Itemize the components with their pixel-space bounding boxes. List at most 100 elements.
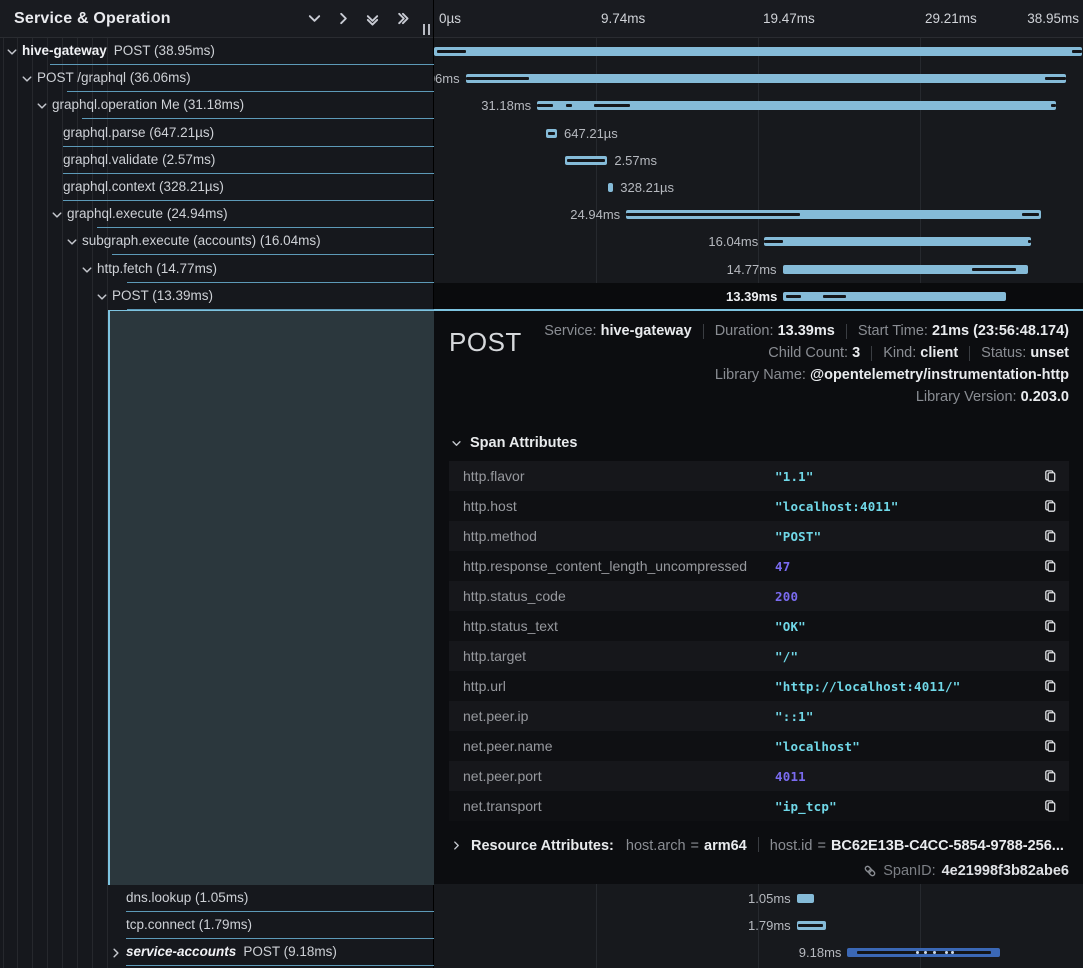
equals: = [691, 838, 699, 854]
span-duration-label: 13.39ms [726, 289, 777, 304]
span-attributes-title: Span Attributes [470, 435, 577, 451]
span-bar[interactable] [537, 101, 1056, 110]
attribute-row: http.method"POST" [449, 521, 1069, 551]
span-tree-row[interactable]: graphql.context (328.21µs) [0, 174, 434, 201]
attribute-key: http.status_code [463, 588, 775, 604]
span-title: POST [449, 321, 522, 408]
resource-attributes-preview: host.arch=arm64host.id=BC62E13B-C4CC-585… [626, 837, 1064, 854]
chevron-down-icon[interactable] [6, 45, 18, 63]
span-tree-row[interactable]: dns.lookup (1.05ms) [0, 885, 434, 912]
timeline-row[interactable]: 1.05ms [434, 885, 1083, 912]
copy-icon[interactable] [1041, 617, 1059, 635]
span-bar[interactable] [466, 74, 1066, 83]
copy-icon[interactable] [1041, 557, 1059, 575]
timeline-row[interactable]: 31.18ms [434, 92, 1083, 119]
span-bar[interactable] [783, 292, 1006, 301]
timeline-row[interactable]: 24.94ms [434, 201, 1083, 228]
copy-icon[interactable] [1041, 707, 1059, 725]
timeline-row[interactable]: 9.18ms [434, 939, 1083, 966]
span-bar[interactable] [797, 921, 827, 930]
row-underline [126, 965, 434, 966]
resource-value: BC62E13B-C4CC-5854-9788-256... [831, 838, 1064, 854]
attribute-value: "http://localhost:4011/" [775, 679, 1041, 694]
copy-icon[interactable] [1041, 497, 1059, 515]
span-tree-row[interactable]: http.fetch (14.77ms) [0, 256, 434, 283]
child-span-marker [548, 132, 556, 135]
attribute-key: http.method [463, 528, 775, 544]
span-tree-row[interactable]: service-accountsPOST (9.18ms) [0, 939, 434, 966]
copy-icon[interactable] [1041, 587, 1059, 605]
column-resize-handle[interactable] [423, 24, 430, 35]
chevron-down-icon [451, 438, 462, 449]
span-detail-header: POST Service: hive-gatewayDuration: 13.3… [449, 321, 1069, 408]
timeline-row[interactable]: 14.77ms [434, 256, 1083, 283]
span-bar[interactable] [608, 183, 613, 192]
meta-label: Service: [544, 323, 596, 339]
span-label: graphql.context (328.21µs) [63, 179, 224, 194]
chevron-right-icon[interactable] [110, 946, 122, 964]
chevron-down-icon[interactable] [96, 290, 108, 308]
span-label: tcp.connect (1.79ms) [126, 917, 252, 932]
span-tree-row[interactable]: graphql.validate (2.57ms) [0, 147, 434, 174]
copy-icon[interactable] [1041, 767, 1059, 785]
span-tree-row[interactable]: hive-gatewayPOST (38.95ms) [0, 38, 434, 65]
trace-viewer: Service & Operation hive-gatewayPOST (38… [0, 0, 1083, 968]
copy-icon[interactable] [1041, 467, 1059, 485]
expand-one-icon[interactable] [335, 11, 351, 27]
timeline-row[interactable]: 2.57ms [434, 147, 1083, 174]
span-tree-row[interactable]: graphql.execute (24.94ms) [0, 201, 434, 228]
chevron-down-icon[interactable] [51, 208, 63, 226]
attribute-value: 47 [775, 559, 1041, 574]
span-tree-row[interactable]: POST (13.39ms) [0, 283, 434, 310]
copy-icon[interactable] [1041, 737, 1059, 755]
attribute-row: http.status_text"OK" [449, 611, 1069, 641]
timeline-row[interactable]: 36.06ms [434, 65, 1083, 92]
span-bar[interactable] [546, 129, 557, 138]
meta-field: Child Count: 3 [768, 343, 860, 364]
attribute-row: net.transport"ip_tcp" [449, 791, 1069, 821]
copy-icon[interactable] [1041, 527, 1059, 545]
meta-label: Duration: [715, 323, 774, 339]
copy-icon[interactable] [1041, 647, 1059, 665]
child-span-marker [566, 104, 572, 107]
link-icon[interactable] [863, 864, 877, 878]
copy-icon[interactable] [1041, 677, 1059, 695]
selected-span-region[interactable] [108, 310, 434, 885]
resource-attributes-row[interactable]: Resource Attributes: host.arch=arm64host… [451, 837, 1069, 854]
span-tree-row[interactable]: tcp.connect (1.79ms) [0, 912, 434, 939]
timeline-row[interactable]: 647.21µs [434, 120, 1083, 147]
timeline-row[interactable]: 16.04ms [434, 228, 1083, 255]
resource-key: host.id [770, 838, 813, 854]
span-bar[interactable] [626, 210, 1041, 219]
span-bar[interactable] [434, 47, 1082, 56]
span-attributes-toggle[interactable]: Span Attributes [451, 435, 1069, 451]
span-bar[interactable] [783, 265, 1029, 274]
span-tree-row[interactable]: POST /graphql (36.06ms) [0, 65, 434, 92]
span-tree-row[interactable]: graphql.operation Me (31.18ms) [0, 92, 434, 119]
collapse-one-icon[interactable] [306, 11, 322, 27]
span-tree-row[interactable]: graphql.parse (647.21µs) [0, 120, 434, 147]
chevron-down-icon[interactable] [21, 72, 33, 90]
expand-all-icon[interactable] [393, 11, 409, 27]
span-bar[interactable] [565, 156, 608, 165]
log-dot [924, 951, 927, 954]
separator [703, 324, 704, 339]
chevron-down-icon[interactable] [66, 235, 78, 253]
span-tree-row[interactable]: subgraph.execute (accounts) (16.04ms) [0, 228, 434, 255]
timeline-row[interactable]: 1.79ms [434, 912, 1083, 939]
span-duration-label: 24.94ms [570, 207, 620, 222]
copy-icon[interactable] [1041, 797, 1059, 815]
timeline-row[interactable]: 13.39ms [434, 283, 1083, 310]
span-bar[interactable] [797, 894, 814, 903]
timeline-row[interactable]: 38.95ms [434, 38, 1083, 65]
chevron-down-icon[interactable] [36, 99, 48, 117]
span-meta-line: Library Version: 0.203.0 [522, 387, 1069, 408]
span-bar[interactable] [847, 948, 1000, 957]
meta-field: Start Time: 21ms (23:56:48.174) [858, 321, 1069, 342]
timeline-row[interactable]: 328.21µs [434, 174, 1083, 201]
meta-value: 3 [852, 345, 860, 361]
meta-value: 13.39ms [778, 323, 835, 339]
collapse-all-icon[interactable] [364, 11, 380, 27]
span-bar[interactable] [764, 237, 1031, 246]
chevron-down-icon[interactable] [81, 263, 93, 281]
